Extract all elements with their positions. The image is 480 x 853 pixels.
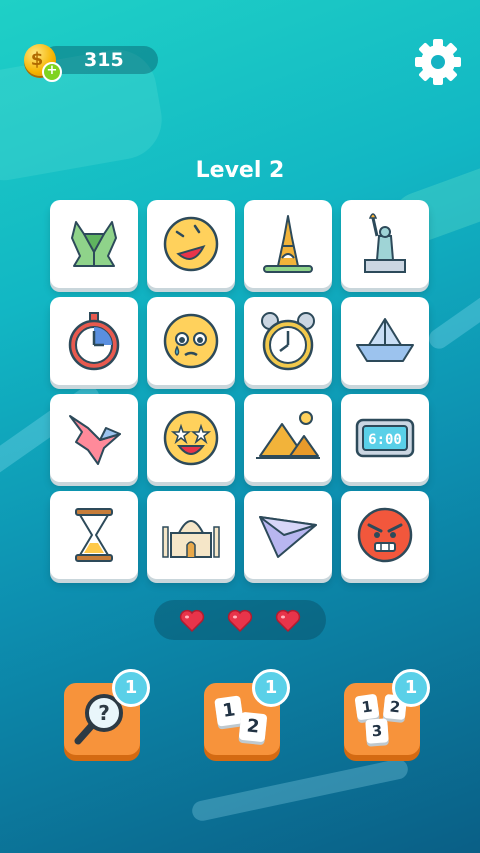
- hint-booster-button[interactable]: ? 1: [64, 669, 150, 759]
- swap-three-booster-button[interactable]: 1 2 3 1: [344, 669, 430, 759]
- tile-eiffel-tower[interactable]: [244, 200, 332, 288]
- digital-clock-text: 6:00: [368, 432, 402, 448]
- number-tile-3: 3: [365, 718, 389, 744]
- tile-origami-crane[interactable]: [50, 394, 138, 482]
- number-tile-1: 1: [354, 693, 380, 721]
- tile-grid: 6:00: [50, 200, 430, 580]
- level-title: Level 2: [195, 158, 285, 183]
- tile-taj-mahal[interactable]: [147, 491, 235, 579]
- swap-two-booster-button[interactable]: 1 2 1: [204, 669, 290, 759]
- digital-clock-icon: 6:00: [355, 418, 415, 458]
- crying-emoji-icon: [163, 313, 219, 369]
- tile-hourglass[interactable]: [50, 491, 138, 579]
- star-eyes-emoji-icon: [163, 410, 219, 466]
- alarm-clock-icon: [261, 312, 315, 371]
- coin-amount: 315: [84, 49, 124, 71]
- hint-booster-count-badge: 1: [112, 669, 150, 707]
- laughing-emoji-icon: [163, 216, 219, 272]
- tile-angry-emoji[interactable]: [341, 491, 429, 579]
- taj-mahal-icon: [162, 520, 220, 558]
- tile-statue-of-liberty[interactable]: [341, 200, 429, 288]
- swap-three-booster-count-badge: 1: [392, 669, 430, 707]
- tile-crying-emoji[interactable]: [147, 297, 235, 385]
- hourglass-icon: [75, 508, 113, 562]
- stopwatch-icon: [68, 312, 120, 371]
- heart-icon: [179, 609, 205, 633]
- heart-icon: [275, 609, 301, 633]
- tile-origami-frog[interactable]: [50, 200, 138, 288]
- tile-stopwatch[interactable]: [50, 297, 138, 385]
- origami-crane-icon: [69, 415, 121, 465]
- tile-paper-plane[interactable]: [244, 491, 332, 579]
- tile-star-eyes-emoji[interactable]: [147, 394, 235, 482]
- hint-question-mark: ?: [98, 701, 110, 725]
- eiffel-tower-icon: [263, 215, 313, 273]
- paper-plane-icon: [259, 516, 317, 558]
- heart-icon: [227, 609, 253, 633]
- swap-two-booster-count-badge: 1: [252, 669, 290, 707]
- tile-alarm-clock[interactable]: [244, 297, 332, 385]
- tile-paper-boat[interactable]: [341, 297, 429, 385]
- background-streak: [425, 267, 480, 353]
- tile-digital-clock[interactable]: 6:00: [341, 394, 429, 482]
- background-streak: [190, 757, 410, 823]
- tile-pyramids[interactable]: [244, 394, 332, 482]
- coin-counter[interactable]: $ + 315: [24, 44, 158, 82]
- coin-icon: $ +: [24, 44, 62, 82]
- paper-boat-icon: [356, 318, 414, 362]
- pyramids-icon: [256, 411, 320, 459]
- lives-bar: [154, 600, 326, 640]
- number-tile-2: 2: [238, 711, 268, 743]
- settings-gear-icon[interactable]: [412, 36, 464, 88]
- angry-emoji-icon: [357, 507, 413, 563]
- add-coins-icon[interactable]: +: [42, 62, 62, 82]
- tile-laughing-emoji[interactable]: [147, 200, 235, 288]
- origami-frog-icon: [71, 221, 117, 267]
- statue-of-liberty-icon: [364, 213, 406, 273]
- game-screen: $ + 315 Level 2 6:00 ? 1 1 2 1 1 2 3 1: [0, 0, 480, 853]
